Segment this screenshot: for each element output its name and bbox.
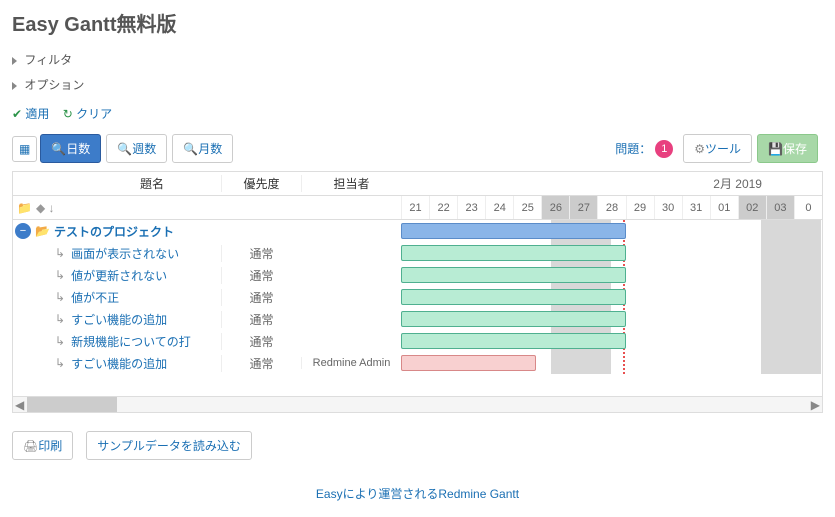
sort-controls[interactable]: ◆ ↓ bbox=[36, 201, 55, 215]
option-section[interactable]: オプション bbox=[12, 72, 823, 97]
tree-arrow-icon: ↳ bbox=[55, 334, 65, 348]
issues-count-badge[interactable]: 1 bbox=[655, 140, 673, 158]
gantt-bar[interactable] bbox=[401, 223, 626, 239]
gantt-bar[interactable] bbox=[401, 245, 626, 261]
gear-icon: ⚙ bbox=[694, 142, 705, 156]
day-header-cell: 31 bbox=[682, 196, 710, 219]
task-row: ↳ 値が更新されない 通常 bbox=[13, 264, 401, 286]
column-priority: 優先度 bbox=[221, 175, 301, 192]
zoom-icon: 🔍 bbox=[117, 142, 132, 156]
tree-arrow-icon: ↳ bbox=[55, 290, 65, 304]
task-name[interactable]: 値が不正 bbox=[71, 289, 119, 306]
day-header-cell: 30 bbox=[654, 196, 682, 219]
chevron-right-icon bbox=[12, 82, 17, 90]
task-priority: 通常 bbox=[221, 267, 301, 284]
day-header-cell: 29 bbox=[626, 196, 654, 219]
day-header-cell: 22 bbox=[429, 196, 457, 219]
day-header-cell: 03 bbox=[766, 196, 794, 219]
day-header-cell: 0 bbox=[794, 196, 822, 219]
check-icon: ✔ bbox=[12, 107, 22, 121]
task-row: −📂 テストのプロジェクト bbox=[13, 220, 401, 242]
task-row: ↳ すごい機能の追加 通常 bbox=[13, 308, 401, 330]
day-header-cell: 28 bbox=[597, 196, 625, 219]
day-header-cell: 24 bbox=[485, 196, 513, 219]
zoom-icon: 🔍 bbox=[51, 142, 66, 156]
tree-arrow-icon: ↳ bbox=[55, 268, 65, 282]
print-button[interactable]: 🖨 印刷 bbox=[12, 431, 73, 460]
tree-arrow-icon: ↳ bbox=[55, 246, 65, 260]
footer-link[interactable]: Easyにより運営されるRedmine Gantt bbox=[316, 487, 519, 501]
zoom-icon: 🔍 bbox=[183, 142, 198, 156]
clear-link[interactable]: ↻ クリア bbox=[63, 107, 112, 121]
gantt-bar[interactable] bbox=[401, 289, 626, 305]
weeks-button[interactable]: 🔍 週数 bbox=[106, 134, 167, 163]
save-icon: 💾 bbox=[768, 142, 783, 156]
task-name[interactable]: 値が更新されない bbox=[71, 267, 167, 284]
day-header-cell: 25 bbox=[513, 196, 541, 219]
tree-arrow-icon: ↳ bbox=[55, 312, 65, 326]
day-header-cell: 02 bbox=[738, 196, 766, 219]
task-row: ↳ 新規機能についての打 通常 bbox=[13, 330, 401, 352]
task-row: ↳ 値が不正 通常 bbox=[13, 286, 401, 308]
layout-icon: ▦ bbox=[19, 142, 30, 156]
months-button[interactable]: 🔍 月数 bbox=[172, 134, 233, 163]
gantt-bar[interactable] bbox=[401, 355, 536, 371]
task-name[interactable]: すごい機能の追加 bbox=[71, 355, 167, 372]
day-header-cell: 27 bbox=[569, 196, 597, 219]
task-assignee: Redmine Admin bbox=[301, 357, 401, 369]
filter-section[interactable]: フィルタ bbox=[12, 47, 823, 72]
days-button[interactable]: 🔍 日数 bbox=[40, 134, 101, 163]
gantt-bar[interactable] bbox=[401, 333, 626, 349]
days-header: 21222324252627282930310102030 bbox=[401, 196, 822, 220]
print-icon: 🖨 bbox=[23, 439, 38, 453]
column-title: 題名 bbox=[13, 175, 221, 192]
save-button[interactable]: 💾 保存 bbox=[757, 134, 818, 163]
task-row: ↳ 画面が表示されない 通常 bbox=[13, 242, 401, 264]
task-name[interactable]: すごい機能の追加 bbox=[71, 311, 167, 328]
expand-button[interactable]: ▦ bbox=[12, 136, 37, 162]
task-priority: 通常 bbox=[221, 289, 301, 306]
task-row: ↳ すごい機能の追加 通常Redmine Admin bbox=[13, 352, 401, 374]
apply-link[interactable]: ✔ 適用 bbox=[12, 107, 49, 121]
task-priority: 通常 bbox=[221, 333, 301, 350]
collapse-button[interactable]: − bbox=[15, 223, 31, 239]
tree-arrow-icon: ↳ bbox=[55, 356, 65, 370]
folder-icon: 📂 bbox=[35, 224, 50, 238]
task-priority: 通常 bbox=[221, 355, 301, 372]
gantt-bar[interactable] bbox=[401, 267, 626, 283]
task-priority: 通常 bbox=[221, 245, 301, 262]
day-header-cell: 01 bbox=[710, 196, 738, 219]
refresh-icon: ↻ bbox=[63, 107, 73, 121]
task-priority: 通常 bbox=[221, 311, 301, 328]
page-title: Easy Gantt無料版 bbox=[12, 8, 823, 37]
day-header-cell: 21 bbox=[401, 196, 429, 219]
gantt-chart: 題名 優先度 担当者 📁 ◆ ↓ 2月 2019 212223242526272… bbox=[12, 171, 823, 413]
day-header-cell: 26 bbox=[541, 196, 569, 219]
issues-label: 問題： bbox=[615, 140, 651, 157]
load-sample-button[interactable]: サンプルデータを読み込む bbox=[86, 431, 252, 460]
column-assignee: 担当者 bbox=[301, 175, 401, 192]
chevron-right-icon bbox=[12, 57, 17, 65]
gantt-bar[interactable] bbox=[401, 311, 626, 327]
tools-button[interactable]: ⚙ ツール bbox=[683, 134, 752, 163]
day-header-cell: 23 bbox=[457, 196, 485, 219]
folder-icon[interactable]: 📁 bbox=[17, 201, 32, 215]
month-header: 2月 2019 bbox=[401, 172, 822, 196]
horizontal-scrollbar[interactable]: ◀ ▶ bbox=[13, 396, 822, 412]
task-name[interactable]: 新規機能についての打 bbox=[71, 333, 191, 350]
project-name[interactable]: テストのプロジェクト bbox=[54, 223, 174, 240]
task-name[interactable]: 画面が表示されない bbox=[71, 245, 179, 262]
